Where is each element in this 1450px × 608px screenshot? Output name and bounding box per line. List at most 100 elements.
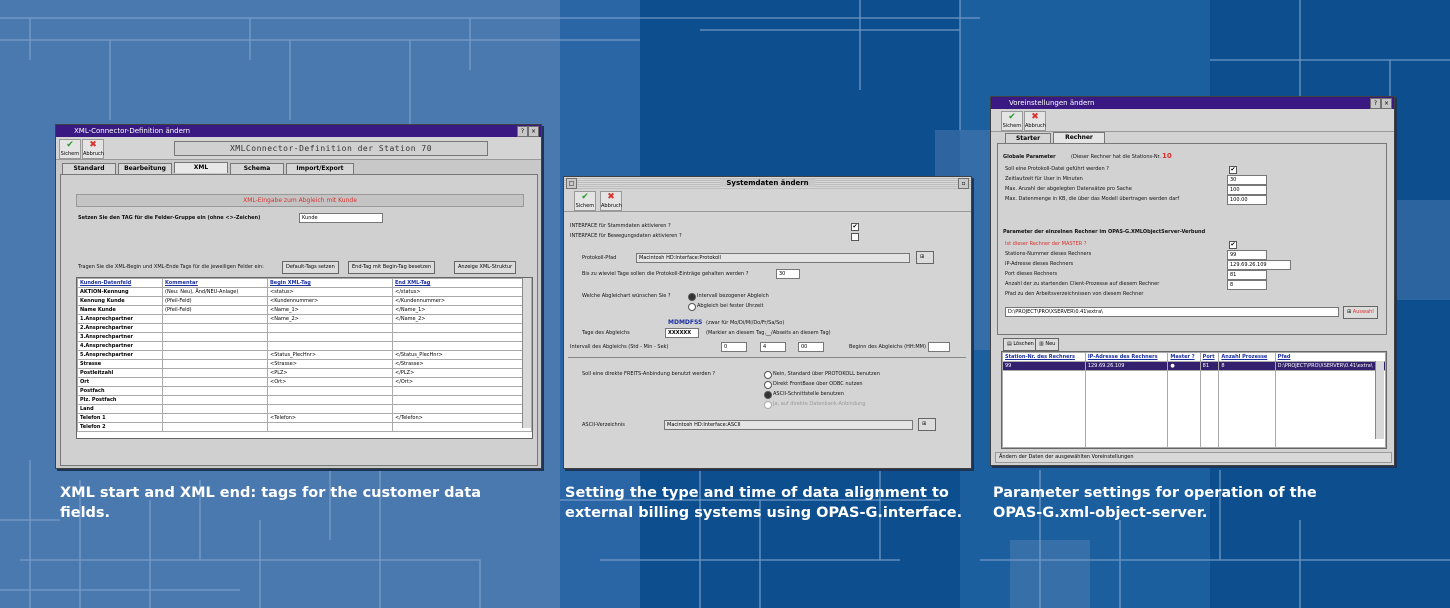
begin-tag-cell[interactable] (267, 422, 393, 432)
sync-fixed-time-radio[interactable] (688, 303, 696, 311)
save-button[interactable]: ✔ Sichern (1001, 111, 1023, 131)
delete-button[interactable]: ▤ Löschen (1003, 338, 1038, 351)
link-odbc-radio[interactable] (764, 381, 772, 389)
begin-tag-cell[interactable]: <Name_1> (267, 305, 393, 315)
tag-prompt-input[interactable]: Kunde (299, 213, 383, 223)
column-header[interactable]: Station-Nr. des Rechners (1002, 352, 1086, 362)
interval-minutes-input[interactable]: 4 (760, 342, 786, 352)
column-header[interactable]: Anzahl Prozesse (1218, 352, 1276, 362)
column-header[interactable]: Pfad (1274, 352, 1386, 362)
copy-end-tag-button[interactable]: End-Tag mit Begin-Tag besetzen (348, 261, 436, 274)
param-checkbox[interactable]: ✔ (1229, 241, 1237, 249)
begin-tag-cell[interactable]: <Kundennummer> (267, 296, 393, 306)
interval-seconds-input[interactable]: 00 (798, 342, 824, 352)
end-tag-cell[interactable] (392, 422, 532, 432)
begin-tag-cell[interactable] (267, 404, 393, 414)
param-checkbox[interactable]: ✔ (1229, 166, 1237, 174)
begin-tag-cell[interactable] (267, 386, 393, 396)
end-tag-cell[interactable]: </Name_1> (392, 305, 532, 315)
close-button[interactable]: × (528, 126, 539, 137)
begin-tag-cell[interactable]: <Name_2> (267, 314, 393, 324)
param-input[interactable]: 100.00 (1227, 195, 1267, 205)
begin-tag-cell[interactable] (267, 323, 393, 333)
table-row[interactable]: Name Kunde (Pfeil-Feld) <Name_1> </Name_1> (77, 305, 532, 315)
table-row[interactable]: Telefon 1 <Telefon> </Telefon> (77, 413, 532, 423)
work-path-input[interactable]: D:\PROJECT\PRO\XSERVER\0.41\extra\ (1005, 307, 1339, 317)
sync-start-input[interactable] (928, 342, 950, 352)
column-header[interactable]: IP-Adresse des Rechners (1084, 352, 1169, 362)
table-row[interactable]: 4.Ansprechpartner (77, 341, 532, 351)
tab-bearbeitung[interactable]: Bearbeitung (118, 163, 172, 174)
table-row[interactable]: 5.Ansprechpartner <Status_PlecHnr> </Statu… (77, 350, 532, 360)
end-tag-cell[interactable]: </PLZ> (392, 368, 532, 378)
end-tag-cell[interactable]: </Name_2> (392, 314, 532, 324)
sync-days-input[interactable]: XXXXXX (665, 328, 699, 338)
end-tag-cell[interactable]: </Kundennummer> (392, 296, 532, 306)
protocol-days-input[interactable]: 30 (776, 269, 800, 279)
begin-tag-cell[interactable] (267, 395, 393, 405)
link-ascii-radio[interactable] (764, 391, 772, 399)
end-tag-cell[interactable]: </status> (392, 287, 532, 297)
end-tag-cell[interactable] (392, 386, 532, 396)
ascii-dir-input[interactable]: Macintosh HD:Interface:ASCII (664, 420, 913, 430)
link-protocol-radio[interactable] (764, 371, 772, 379)
protocol-path-input[interactable]: Macintosh HD:Interface:Protokoll (636, 253, 910, 263)
table-row[interactable]: 3.Ansprechpartner (77, 332, 532, 342)
master-interface-checkbox[interactable]: ✔ (851, 223, 859, 231)
table-row[interactable]: Kennung Kunde (Pfeil-Feld) <Kundennummer> <… (77, 296, 532, 306)
show-xml-structure-button[interactable]: Anzeige XML-Struktur (454, 261, 517, 274)
sync-interval-radio[interactable] (688, 293, 696, 301)
end-tag-cell[interactable] (392, 341, 532, 351)
ascii-dir-browse-button[interactable]: ⊞ (918, 418, 936, 431)
begin-tag-cell[interactable]: <Ort> (267, 377, 393, 387)
table-scrollbar[interactable] (522, 278, 531, 428)
table-row[interactable]: AKTION-Kennung (Neu: Neu), Änd/NEU-Anlage… (77, 287, 532, 297)
end-tag-cell[interactable] (392, 332, 532, 342)
end-tag-cell[interactable]: </Status_PlecHnr> (392, 350, 532, 360)
end-tag-cell[interactable] (392, 395, 532, 405)
link-database-radio[interactable] (764, 401, 772, 409)
cancel-button[interactable]: ✖ Abbruch (600, 191, 622, 211)
table-row[interactable]: Postleitzahl <PLZ> </PLZ> (77, 368, 532, 378)
cancel-button[interactable]: ✖ Abbruch (1024, 111, 1046, 131)
choose-path-button[interactable]: ⊞ Auswahl (1343, 306, 1378, 319)
table-row[interactable]: Telefon 2 (77, 422, 532, 432)
tab-standard[interactable]: Standard (62, 163, 116, 174)
close-button[interactable]: × (1381, 98, 1392, 109)
movement-interface-checkbox[interactable] (851, 233, 859, 241)
table-row[interactable]: Land (77, 404, 532, 414)
param-input[interactable]: 81 (1227, 270, 1267, 280)
table-row[interactable]: Ort <Ort> </Ort> (77, 377, 532, 387)
help-button[interactable]: ? (1370, 98, 1381, 109)
table-scrollbar[interactable] (1375, 361, 1384, 439)
table-row[interactable]: Plz. Postfach (77, 395, 532, 405)
col-end-tag[interactable]: End XML-Tag (392, 278, 532, 288)
begin-tag-cell[interactable] (267, 341, 393, 351)
col-comment[interactable]: Kommentar (162, 278, 268, 288)
param-input[interactable]: 99 (1227, 250, 1267, 260)
col-begin-tag[interactable]: Begin XML-Tag (267, 278, 393, 288)
zoom-button[interactable]: ▫ (958, 178, 969, 189)
table-row[interactable]: 1.Ansprechpartner <Name_2> </Name_2> (77, 314, 532, 324)
table-row[interactable]: 2.Ansprechpartner (77, 323, 532, 333)
close-button[interactable]: □ (566, 178, 577, 189)
tab-xml[interactable]: XML (174, 162, 228, 173)
tab-rechner[interactable]: Rechner (1053, 132, 1105, 143)
param-input[interactable]: 8 (1227, 280, 1267, 290)
table-row[interactable]: Postfach (77, 386, 532, 396)
begin-tag-cell[interactable]: <Strasse> (267, 359, 393, 369)
end-tag-cell[interactable] (392, 323, 532, 333)
begin-tag-cell[interactable]: <Status_PlecHnr> (267, 350, 393, 360)
end-tag-cell[interactable]: </Ort> (392, 377, 532, 387)
server-row[interactable]: 99 129.69.26.109 ● 81 8 D:\PROJECT\PRO\XSERVE… (1002, 361, 1386, 371)
param-input[interactable]: 30 (1227, 175, 1267, 185)
col-field[interactable]: Kunden-Datenfeld (77, 278, 163, 288)
begin-tag-cell[interactable]: <Telefon> (267, 413, 393, 423)
save-button[interactable]: ✔ Sichern (59, 139, 81, 159)
cancel-button[interactable]: ✖ Abbruch (82, 139, 104, 159)
default-tags-button[interactable]: Default-Tags setzen (282, 261, 339, 274)
end-tag-cell[interactable]: </Strasse> (392, 359, 532, 369)
help-button[interactable]: ? (517, 126, 528, 137)
begin-tag-cell[interactable] (267, 332, 393, 342)
new-button[interactable]: ▥ Neu (1035, 338, 1060, 351)
